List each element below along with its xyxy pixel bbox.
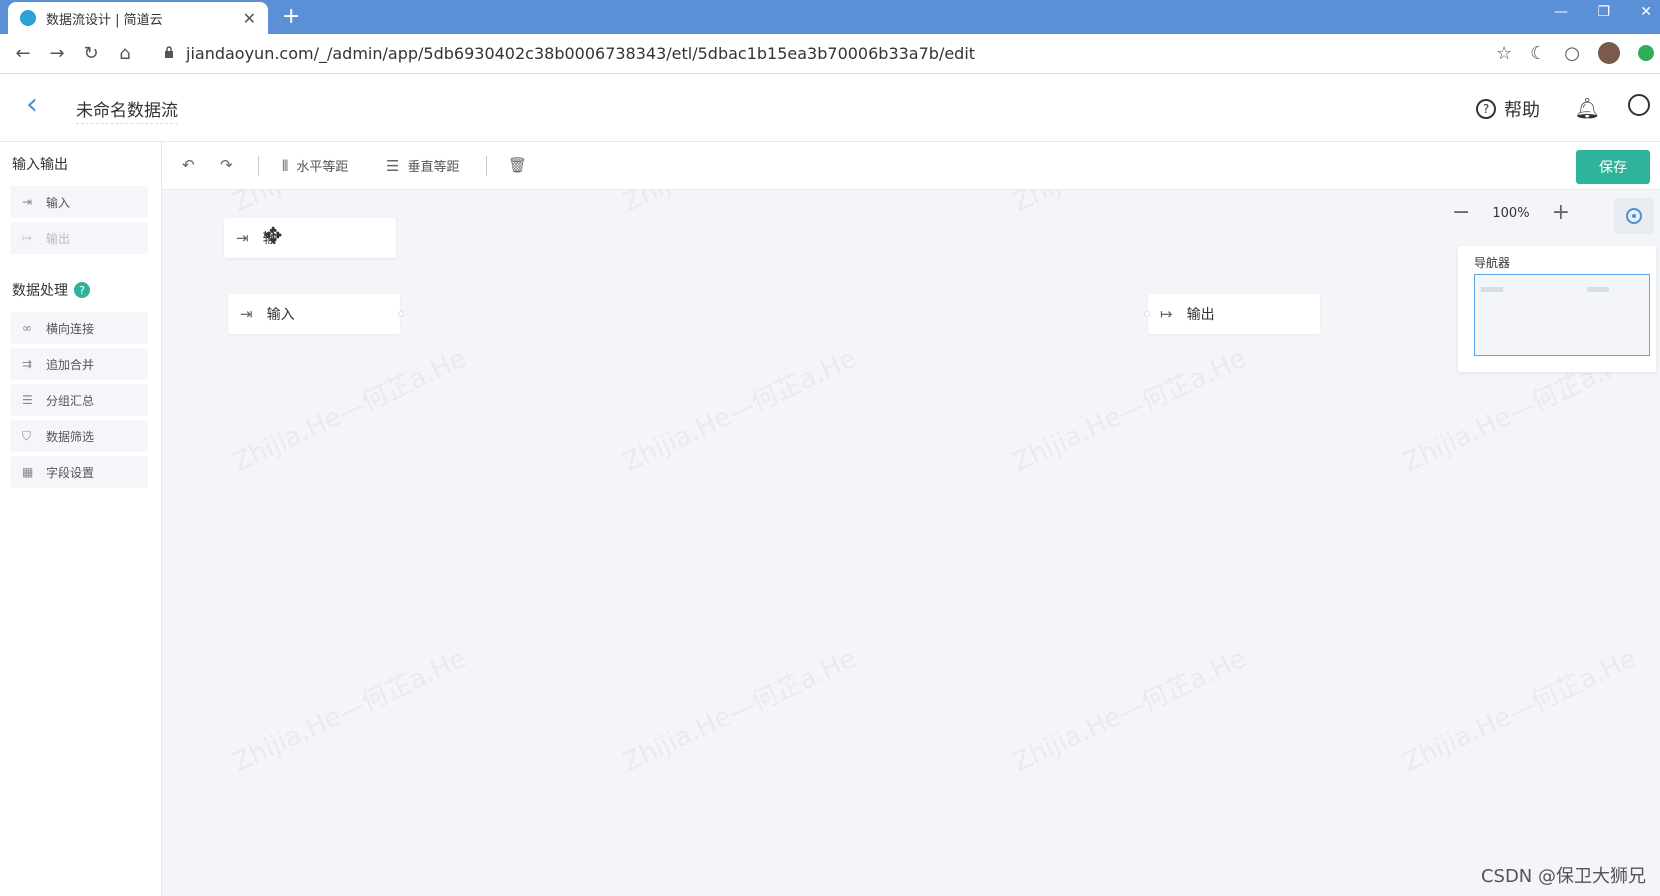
watermark: Zhijia.He—何芷a.He	[616, 638, 861, 779]
crosshair-icon	[1626, 208, 1642, 224]
back-arrow-icon[interactable]: ←	[6, 43, 40, 64]
watermark: Zhijia.He—何芷a.He	[616, 338, 861, 479]
input-icon: ⇥	[236, 229, 249, 247]
merge-icon: ⇉	[22, 357, 33, 371]
home-icon[interactable]: ⌂	[108, 43, 142, 64]
reload-icon[interactable]: ↻	[74, 43, 108, 64]
window-close-button[interactable]: ✕	[1640, 4, 1652, 20]
watermark: Zhijia.He—何芷a.He	[616, 190, 861, 219]
help-button[interactable]: ? 帮助	[1476, 96, 1540, 122]
help-label: 帮助	[1504, 100, 1540, 121]
window-minimize-button[interactable]: —	[1554, 4, 1568, 20]
flow-canvas[interactable]: Zhijia.He—何芷a.He Zhijia.He—何芷a.He Zhijia…	[162, 190, 1660, 896]
input-icon: ⇥	[22, 195, 33, 209]
move-cursor-icon: ✥	[264, 224, 283, 249]
zoom-in-icon[interactable]: +	[1552, 202, 1570, 224]
credit-watermark: CSDN @保卫大狮兄	[1480, 866, 1646, 887]
horizontal-distribute-button[interactable]: ⫴ 水平等距	[282, 156, 348, 176]
window-restore-button[interactable]: ❐	[1597, 4, 1610, 20]
watermark: Zhijia.He—何芷a.He	[1006, 338, 1251, 479]
component-horizontal-join[interactable]: ∞ 横向连接	[10, 312, 148, 344]
io-section-title: 输入输出	[12, 157, 68, 173]
minimap-node	[1481, 287, 1503, 292]
vertical-distribute-icon: ☰	[386, 156, 400, 175]
dataflow-title[interactable]: 未命名数据流	[76, 96, 178, 124]
browser-address-bar: ← → ↻ ⌂ jiandaoyun.com/_/admin/app/5db69…	[0, 34, 1660, 74]
new-tab-button[interactable]: +	[282, 4, 300, 30]
help-circle-icon[interactable]: ?	[74, 282, 90, 298]
redo-icon[interactable]: ↷	[220, 156, 233, 174]
tab-title: 数据流设计 | 简道云	[46, 12, 163, 28]
vertical-distribute-button[interactable]: ☰ 垂直等距	[386, 156, 459, 176]
component-field-settings[interactable]: ▦ 字段设置	[10, 456, 148, 488]
toolbar-divider	[258, 156, 259, 176]
forward-arrow-icon[interactable]: →	[40, 43, 74, 64]
editor-toolbar: ↶ ↷ ⫴ 水平等距 ☰ 垂直等距 🗑︎ 保存	[162, 142, 1660, 190]
component-input[interactable]: ⇥ 输入	[10, 186, 148, 218]
input-icon: ⇥	[240, 305, 253, 323]
zoom-out-icon[interactable]: −	[1452, 202, 1470, 224]
browser-tab-bar: 数据流设计 | 简道云 ✕ + — ❐ ✕	[0, 0, 1660, 34]
output-icon: ↦	[1160, 305, 1173, 323]
question-icon: ?	[1476, 99, 1496, 119]
site-favicon-icon	[20, 10, 36, 26]
watermark: Zhijia.He—何芷a.He	[1396, 638, 1641, 779]
lock-icon	[165, 46, 173, 58]
component-append-merge[interactable]: ⇉ 追加合并	[10, 348, 148, 380]
undo-icon[interactable]: ↶	[182, 156, 195, 174]
horizontal-distribute-icon: ⫴	[282, 156, 289, 175]
dragging-input-node[interactable]: ⇥ 输 ✥	[224, 218, 396, 258]
watermark: Zhijia.He—何芷a.He	[1006, 638, 1251, 779]
processing-section-title: 数据处理 ?	[12, 280, 90, 300]
table-icon: ▦	[22, 465, 34, 479]
bookmark-star-icon[interactable]: ☆	[1496, 43, 1512, 64]
back-chevron-icon[interactable]: ‹	[26, 90, 38, 120]
extension-circle-icon[interactable]: ○	[1564, 43, 1580, 64]
component-data-filter[interactable]: ⛉ 数据筛选	[10, 420, 148, 452]
watermark: Zhijia.He—何芷a.He	[226, 638, 471, 779]
watermark: Zhijia.He—何芷a.He	[1006, 190, 1251, 219]
output-node[interactable]: ↦ 输出	[1144, 294, 1320, 334]
output-icon: ↦	[22, 231, 33, 245]
watermark: Zhijia.He—何芷a.He	[226, 190, 471, 219]
minimap-node	[1587, 287, 1609, 292]
toolbar-divider	[486, 156, 487, 176]
profile-avatar[interactable]	[1598, 42, 1620, 64]
url-input[interactable]: jiandaoyun.com/_/admin/app/5db6930402c38…	[186, 44, 975, 63]
node-input-port[interactable]	[1144, 311, 1150, 317]
delete-trash-icon[interactable]: 🗑︎	[508, 156, 527, 174]
save-button[interactable]: 保存	[1576, 150, 1650, 184]
component-group-summary[interactable]: ☰ 分组汇总	[10, 384, 148, 416]
zoom-level: 100%	[1492, 205, 1530, 221]
minimap-navigator[interactable]: 导航器	[1458, 246, 1656, 372]
extension-green-icon[interactable]	[1638, 45, 1654, 61]
component-panel: 输入输出 ⇥ 输入 ↦ 输出 数据处理 ? ∞ 横向连接 ⇉ 追加合并 ☰ 分组…	[0, 142, 162, 896]
user-account-icon[interactable]	[1628, 94, 1650, 116]
filter-icon: ⛉	[22, 428, 32, 443]
input-node[interactable]: ⇥ 输入	[228, 294, 404, 334]
list-icon: ☰	[22, 393, 33, 407]
watermark: Zhijia.He—何芷a.He	[226, 338, 471, 479]
browser-tab[interactable]: 数据流设计 | 简道云 ✕	[8, 2, 268, 34]
tab-close-icon[interactable]: ✕	[243, 9, 256, 28]
locate-center-button[interactable]	[1614, 198, 1654, 234]
bell-icon[interactable]: 🔔︎	[1575, 96, 1600, 120]
minimap-viewport[interactable]	[1474, 274, 1650, 356]
zoom-control: − 100% +	[1452, 202, 1570, 224]
navigator-title: 导航器	[1474, 256, 1511, 270]
app-header: ‹ 未命名数据流 ? 帮助 🔔︎	[0, 74, 1660, 142]
component-output: ↦ 输出	[10, 222, 148, 254]
link-icon: ∞	[22, 321, 32, 335]
node-output-port[interactable]	[398, 311, 404, 317]
dark-mode-moon-icon[interactable]: ☾	[1530, 43, 1546, 64]
